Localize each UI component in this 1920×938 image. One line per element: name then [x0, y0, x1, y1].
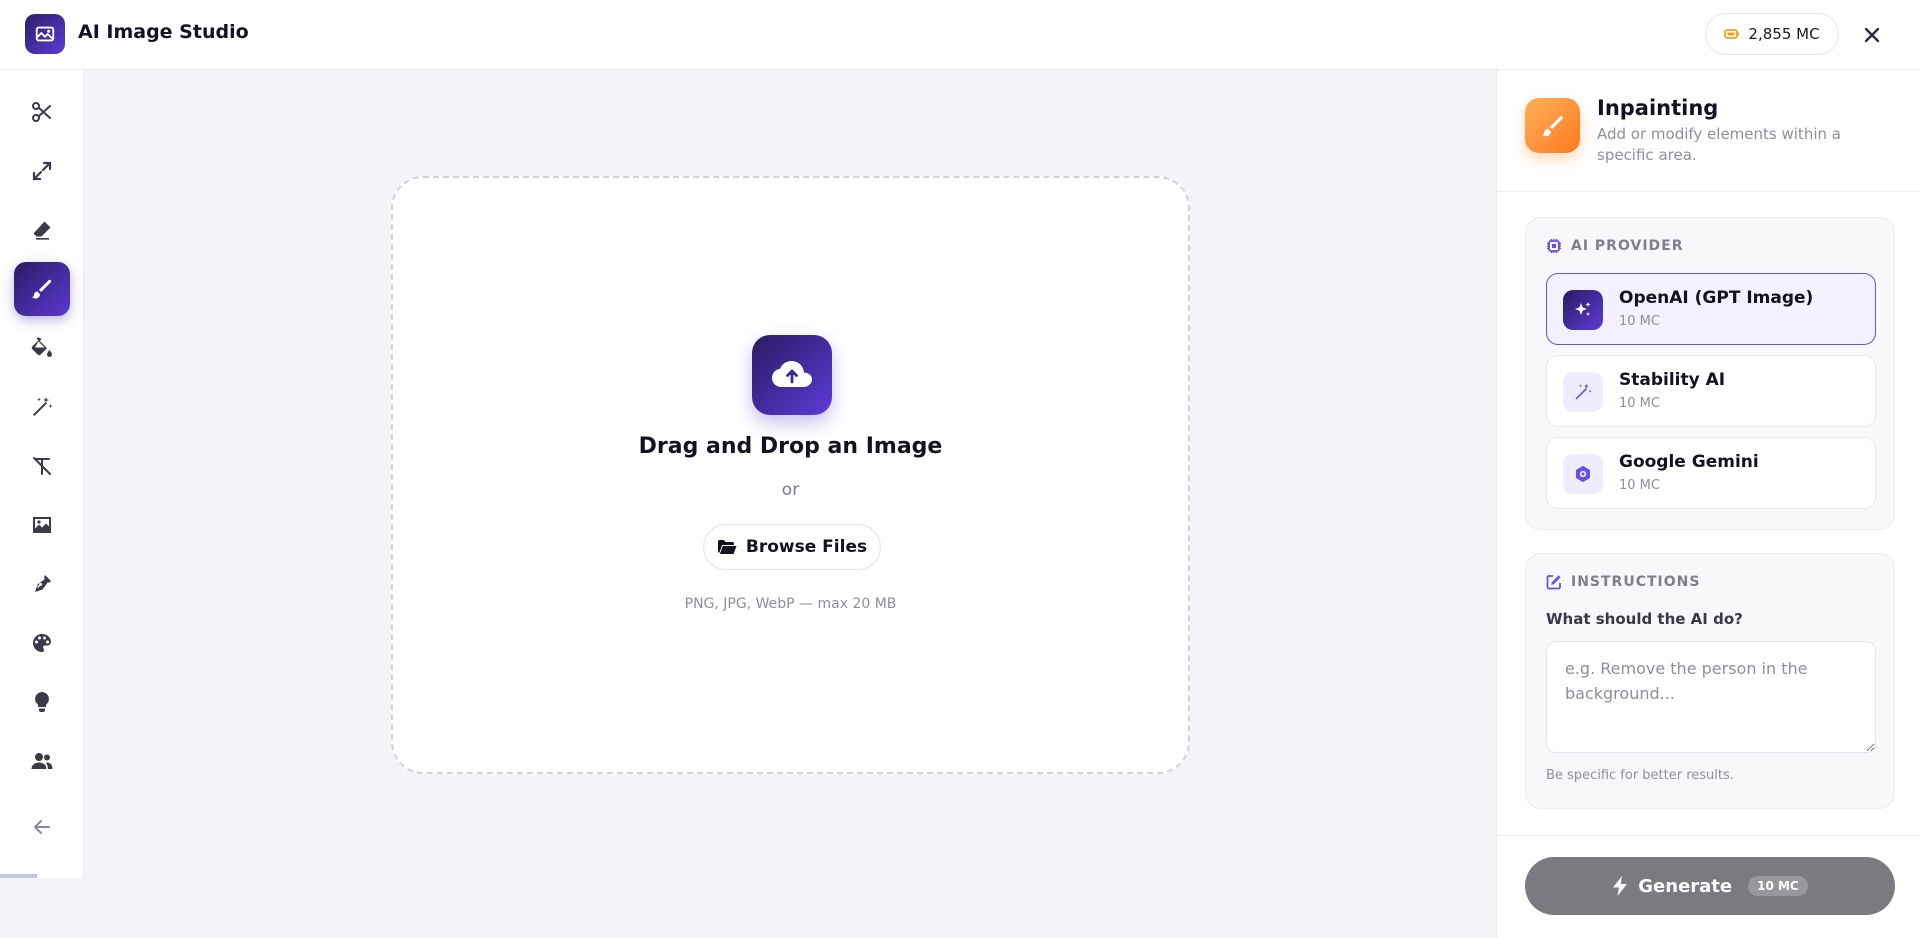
dropzone-file-hint: PNG, JPG, WebP — max 20 MB: [684, 596, 897, 612]
app-logo-icon: [25, 14, 65, 54]
credits-value: 2,855 MC: [1748, 25, 1820, 43]
panel-title: Inpainting: [1597, 96, 1719, 120]
generate-button[interactable]: Generate 10 MC: [1525, 857, 1895, 915]
ai-provider-card: AI PROVIDER OpenAI (GPT Image) 10 MC Sta…: [1525, 217, 1895, 530]
expand-icon: [32, 161, 52, 181]
provider-gemini[interactable]: Google Gemini 10 MC: [1546, 437, 1876, 509]
paint-bucket-icon: [31, 337, 52, 357]
provider-stability[interactable]: Stability AI 10 MC: [1546, 355, 1876, 427]
dropzone-or-text: or: [781, 480, 800, 500]
instructions-input[interactable]: [1546, 641, 1876, 753]
image-dropzone[interactable]: Drag and Drop an Image or Browse Files P…: [391, 176, 1190, 774]
scissors-icon: [32, 102, 51, 122]
instructions-card: INSTRUCTIONS What should the AI do? Be s…: [1525, 553, 1895, 809]
panel-bottom-divider: [1497, 835, 1920, 836]
credits-balance[interactable]: 2,855 MC: [1705, 13, 1839, 55]
app-header: AI Image Studio 2,855 MC: [0, 0, 1920, 70]
users-icon: [31, 753, 53, 769]
provider-cost: 10 MC: [1619, 396, 1660, 411]
tool-style-button[interactable]: [14, 616, 70, 670]
chip-icon: [1547, 239, 1561, 253]
browse-files-button[interactable]: Browse Files: [703, 524, 881, 570]
edit-icon: [1546, 575, 1561, 590]
app-title: AI Image Studio: [78, 21, 249, 43]
magic-wand-icon: [1563, 372, 1603, 412]
lightning-icon: [1613, 876, 1628, 896]
sidebar-scrollbar[interactable]: [0, 874, 37, 878]
settings-panel: Inpainting Add or modify elements within…: [1496, 70, 1920, 938]
tool-ideas-button[interactable]: [14, 675, 70, 729]
close-icon: [1864, 27, 1880, 43]
collapse-sidebar-button[interactable]: [14, 800, 70, 854]
generate-cost-badge: 10 MC: [1748, 876, 1808, 896]
tool-magic-button[interactable]: [14, 380, 70, 434]
palette-icon: [33, 634, 51, 652]
tool-fill-button[interactable]: [14, 321, 70, 375]
magic-wand-icon: [33, 397, 53, 416]
folder-open-icon: [717, 540, 737, 554]
arrow-left-icon: [34, 820, 50, 834]
ai-provider-heading: AI PROVIDER: [1546, 238, 1684, 254]
sparkles-icon: [1563, 290, 1603, 330]
tool-people-button[interactable]: [14, 734, 70, 788]
battery-icon: [1724, 29, 1740, 39]
close-button[interactable]: [1857, 20, 1887, 50]
provider-openai[interactable]: OpenAI (GPT Image) 10 MC: [1546, 273, 1876, 345]
browse-files-label: Browse Files: [745, 537, 868, 557]
cloud-upload-icon: [752, 335, 832, 415]
brush-icon: [1525, 98, 1580, 153]
instructions-field-label: What should the AI do?: [1546, 610, 1743, 628]
instructions-hint: Be specific for better results.: [1546, 768, 1734, 783]
lightbulb-icon: [35, 692, 49, 712]
instructions-heading: INSTRUCTIONS: [1546, 574, 1700, 590]
provider-cost: 10 MC: [1619, 478, 1660, 493]
provider-name: Google Gemini: [1619, 452, 1759, 472]
tool-pen-button[interactable]: [14, 557, 70, 611]
dropzone-title: Drag and Drop an Image: [638, 434, 943, 459]
eraser-icon: [33, 221, 51, 240]
provider-name: OpenAI (GPT Image): [1619, 288, 1814, 308]
tool-upscale-button[interactable]: [14, 144, 70, 198]
tool-cut-button[interactable]: [14, 85, 70, 139]
image-icon: [33, 517, 51, 533]
atom-icon: [1563, 454, 1603, 494]
provider-cost: 10 MC: [1619, 314, 1660, 329]
provider-name: Stability AI: [1619, 370, 1726, 390]
text-remove-icon: [33, 457, 51, 475]
tool-sidebar: [0, 70, 84, 878]
tool-eraser-button[interactable]: [14, 203, 70, 257]
panel-subtitle: Add or modify elements within a specific…: [1597, 125, 1841, 164]
generate-label: Generate: [1638, 875, 1733, 897]
brush-icon: [32, 279, 52, 299]
tool-image-button[interactable]: [14, 498, 70, 552]
tool-text-remove-button[interactable]: [14, 439, 70, 493]
tool-inpaint-button[interactable]: [14, 262, 70, 316]
panel-divider: [1497, 191, 1920, 192]
pen-nib-icon: [35, 575, 51, 592]
